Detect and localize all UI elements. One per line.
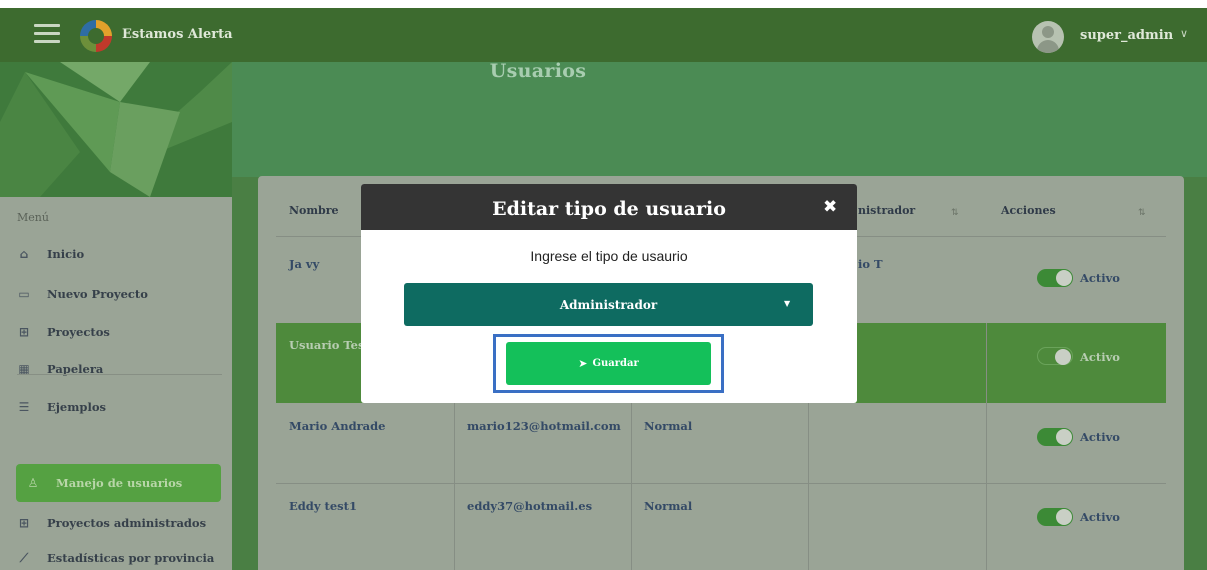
user-email-cell: eddy37@hotmail.es (467, 499, 593, 513)
sidebar-item-estadisticas[interactable]: ⟋ Estadísticas por provincia (17, 546, 227, 570)
menu-title: Menú (17, 211, 49, 224)
page-title: Usuarios (489, 60, 587, 82)
column-divider (986, 323, 987, 403)
table-row: Eddy test1 eddy37@hotmail.es Normal Acti… (276, 483, 1166, 570)
app-logo (80, 20, 112, 52)
column-header-acciones[interactable]: Acciones (1001, 204, 1056, 217)
user-email-cell: mario123@hotmail.com (467, 419, 621, 433)
sidebar-banner (0, 62, 232, 197)
user-type-cell: Normal (644, 499, 693, 513)
column-divider (808, 483, 809, 570)
highlight-box (493, 334, 724, 393)
user-type-cell: Normal (644, 419, 693, 433)
caret-down-icon: ▼ (784, 299, 791, 308)
sidebar-divider (17, 374, 222, 375)
sidebar-item-inicio[interactable]: ⌂ Inicio (17, 242, 227, 266)
user-menu-name[interactable]: super_admin (1080, 28, 1173, 43)
new-project-icon: ▭ (18, 287, 30, 301)
status-toggle[interactable] (1037, 428, 1073, 446)
sort-icon[interactable]: ⇅ (951, 208, 959, 218)
user-admin-cell: io T (858, 257, 883, 271)
column-divider (454, 483, 455, 570)
user-type-selected-value: Administrador (559, 298, 658, 312)
home-icon: ⌂ (19, 247, 29, 261)
table-row: Mario Andrade mario123@hotmail.com Norma… (276, 403, 1166, 483)
chevron-down-icon[interactable]: ∨ (1180, 27, 1188, 40)
hamburger-menu-icon[interactable] (34, 24, 60, 44)
column-divider (986, 403, 987, 483)
status-label: Activo (1080, 350, 1120, 364)
sidebar-item-label: Manejo de usuarios (56, 476, 183, 490)
user-name-cell: Ja vy (289, 257, 320, 271)
user-type-select[interactable]: Administrador ▼ (404, 283, 813, 326)
brand-name[interactable]: Estamos Alerta (122, 27, 233, 42)
sidebar-item-label: Proyectos administrados (47, 516, 207, 530)
user-name-cell: Mario Andrade (289, 419, 386, 433)
column-header-nombre[interactable]: Nombre (289, 204, 339, 217)
list-icon: ☰ (18, 400, 30, 414)
status-toggle[interactable] (1037, 269, 1073, 287)
status-label: Activo (1080, 271, 1120, 285)
column-divider (631, 403, 632, 483)
status-toggle[interactable] (1037, 347, 1073, 365)
column-divider (631, 483, 632, 570)
sort-icon[interactable]: ⇅ (1138, 208, 1146, 218)
sidebar-item-nuevo-proyecto[interactable]: ▭ Nuevo Proyecto (17, 282, 227, 306)
sidebar-item-proyectos-administrados[interactable]: ⊞ Proyectos administrados (17, 511, 227, 535)
sidebar-item-papelera[interactable]: ▦ Papelera (17, 357, 227, 381)
chart-icon: ⟋ (19, 550, 29, 565)
column-divider (986, 483, 987, 570)
user-name-cell: Eddy test1 (289, 499, 357, 513)
status-label: Activo (1080, 430, 1120, 444)
modal-header: Editar tipo de usuario ✖ (361, 184, 857, 230)
sidebar-item-label: Estadísticas por provincia (47, 551, 215, 565)
user-name-cell: Usuario Tes (289, 338, 365, 352)
top-navbar: Estamos Alerta super_admin ∨ (0, 8, 1207, 62)
status-toggle[interactable] (1037, 508, 1073, 526)
sidebar-item-proyectos[interactable]: ⊞ Proyectos (17, 320, 227, 344)
grid-icon: ⊞ (18, 325, 30, 339)
modal-title: Editar tipo de usuario (492, 198, 726, 220)
user-icon: ♙ (27, 476, 39, 490)
close-icon[interactable]: ✖ (823, 197, 837, 217)
sidebar-item-label: Proyectos (47, 325, 110, 339)
column-divider (808, 403, 809, 483)
sidebar-item-ejemplos[interactable]: ☰ Ejemplos (17, 395, 227, 419)
column-header-administrador[interactable]: nistrador (858, 204, 915, 217)
sidebar-item-manejo-de-usuarios[interactable]: ♙ Manejo de usuarios (16, 464, 221, 502)
sidebar-item-label: Nuevo Proyecto (47, 287, 148, 301)
user-avatar[interactable] (1032, 21, 1064, 53)
sidebar-item-label: Inicio (47, 247, 85, 261)
column-divider (454, 403, 455, 483)
modal-prompt: Ingrese el tipo de usaurio (530, 248, 688, 264)
sidebar-item-label: Ejemplos (47, 400, 106, 414)
grid-icon: ⊞ (18, 516, 30, 530)
status-label: Activo (1080, 510, 1120, 524)
